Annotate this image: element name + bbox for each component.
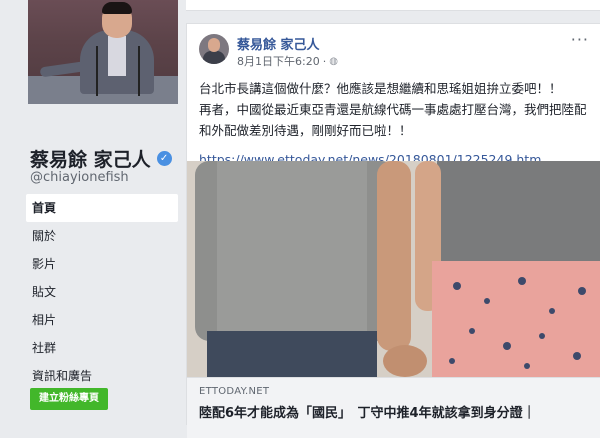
post-paragraph-2: 再者，中國從最近東亞青還是航線代碼一事處處打壓台灣，我們把陸配和外配做差別待遇，… [199, 102, 587, 138]
more-options-icon[interactable]: ··· [571, 30, 589, 49]
nav-item-info-ads[interactable]: 資訊和廣告 [26, 362, 178, 390]
nav-item-posts[interactable]: 貼文 [26, 278, 178, 306]
author-avatar[interactable] [199, 34, 229, 64]
page-name[interactable]: 蔡易餘 家己人 ✓ [30, 145, 172, 172]
nav-item-about[interactable]: 關於 [26, 222, 178, 250]
nav-item-videos[interactable]: 影片 [26, 250, 178, 278]
verified-badge-icon: ✓ [156, 151, 172, 166]
post-text: 台北市長講這個做什麼？他應該是想繼續和思瑤姐姐拚立委吧！！ 再者，中國從最近東亞… [199, 78, 593, 170]
post-meta-separator: · [322, 54, 327, 68]
page-nav: 首頁 關於 影片 貼文 相片 社群 資訊和廣告 [26, 194, 178, 390]
post-meta: 8月1日下午6:20 · ◍ [237, 53, 338, 69]
page-handle[interactable]: @chiayionefish [30, 170, 129, 185]
post-paragraph-1: 台北市長講這個做什麼？他應該是想繼續和思瑤姐姐拚立委吧！！ [199, 81, 562, 96]
link-source: ETTODAY.NET [199, 386, 270, 397]
globe-icon: ◍ [329, 55, 338, 67]
left-sidebar: 蔡易餘 家己人 ✓ @chiayionefish 首頁 關於 影片 貼文 相片 … [0, 0, 180, 411]
nav-item-photos[interactable]: 相片 [26, 306, 178, 334]
post-author[interactable]: 蔡易餘 家己人 [237, 34, 320, 53]
create-page-button[interactable]: 建立粉絲專頁 [30, 388, 108, 410]
nav-item-community[interactable]: 社群 [26, 334, 178, 362]
nav-item-home[interactable]: 首頁 [26, 194, 178, 222]
previous-post-edge [186, 0, 600, 11]
link-headline[interactable]: 陸配6年才能成為「國民」 丁守中推4年就該拿到身分證｜ [199, 402, 536, 421]
post-card: 蔡易餘 家己人 8月1日下午6:20 · ◍ ··· 台北市長講這個做什麼？他應… [186, 23, 600, 438]
page-name-text[interactable]: 蔡易餘 家己人 [30, 145, 151, 172]
cover-photo[interactable] [28, 0, 178, 104]
link-preview-image[interactable] [187, 161, 600, 377]
link-preview-footer[interactable]: ETTODAY.NET 陸配6年才能成為「國民」 丁守中推4年就該拿到身分證｜ [187, 377, 600, 438]
post-time[interactable]: 8月1日下午6:20 [237, 53, 320, 69]
couple-holding-hands-image [187, 161, 600, 377]
